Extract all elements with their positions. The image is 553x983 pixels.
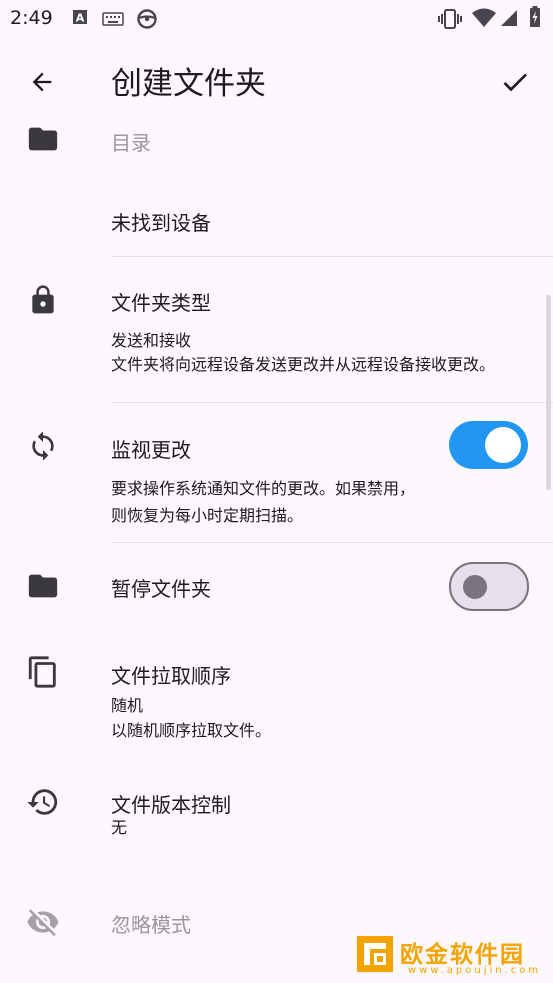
wifi-icon — [472, 8, 496, 32]
divider — [111, 542, 553, 543]
visibility-off-icon — [26, 905, 60, 939]
folder-icon — [26, 569, 60, 603]
pause-folder-toggle[interactable] — [449, 562, 529, 611]
steering-wheel-icon — [136, 8, 158, 34]
keyboard-icon — [102, 11, 124, 30]
pull-order-value: 随机 — [111, 696, 144, 715]
divider — [111, 256, 553, 257]
ignore-patterns-title: 忽略模式 — [111, 913, 191, 937]
history-icon — [26, 785, 60, 819]
watch-changes-title: 监视更改 — [111, 438, 191, 462]
toggle-knob — [463, 575, 487, 599]
watermark: 欧金软件园 www.apoujin.com — [352, 935, 548, 979]
pause-folder-title: 暂停文件夹 — [111, 577, 211, 601]
watermark-url: www.apoujin.com — [408, 965, 542, 976]
watermark-text: 欧金软件园 — [400, 942, 525, 968]
confirm-button[interactable] — [491, 60, 539, 104]
signal-icon — [500, 9, 518, 31]
directory-label: 目录 — [111, 131, 151, 155]
check-icon — [503, 73, 527, 92]
watch-changes-description-line2: 则恢复为每小时定期扫描。 — [111, 506, 304, 525]
a-keyboard-icon: A — [72, 9, 88, 29]
app-bar: 创建文件夹 — [0, 38, 553, 124]
status-bar: 2:49 A — [0, 0, 553, 38]
folder-type-description: 文件夹将向远程设备发送更改并从远程设备接收更改。 — [111, 355, 496, 374]
page-title: 创建文件夹 — [111, 66, 266, 102]
watermark-logo — [357, 936, 393, 972]
divider — [111, 402, 553, 403]
pull-order-description: 以随机顺序拉取文件。 — [111, 721, 272, 740]
watch-changes-toggle[interactable] — [449, 421, 528, 469]
toggle-knob — [485, 427, 521, 463]
svg-text:A: A — [76, 12, 85, 25]
sync-icon — [26, 429, 60, 463]
folder-type-value: 发送和接收 — [111, 331, 192, 350]
arrow-back-icon — [32, 72, 52, 92]
status-time: 2:49 — [10, 7, 53, 29]
versioning-title: 文件版本控制 — [111, 793, 231, 817]
copy-icon — [26, 655, 60, 689]
battery-charging-icon — [529, 6, 541, 32]
versioning-value: 无 — [111, 818, 128, 837]
watch-changes-description-line1: 要求操作系统通知文件的更改。如果禁用， — [111, 479, 416, 498]
folder-icon — [26, 122, 60, 156]
folder-type-title: 文件夹类型 — [111, 291, 211, 315]
pull-order-title: 文件拉取顺序 — [111, 664, 231, 688]
scrollbar[interactable] — [546, 295, 551, 490]
vibrate-icon — [438, 9, 462, 33]
back-button[interactable] — [18, 60, 66, 104]
lock-icon — [26, 283, 60, 317]
device-status-text: 未找到设备 — [111, 211, 211, 235]
